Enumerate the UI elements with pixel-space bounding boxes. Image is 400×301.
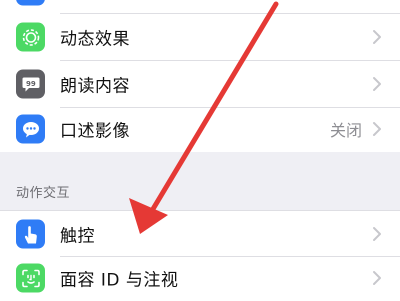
accessibility-icon bbox=[16, 0, 45, 6]
speech-icon: 99 bbox=[16, 69, 45, 99]
chevron-right-icon bbox=[373, 271, 381, 285]
settings-row-audio-descriptions[interactable]: 口述影像 关闭 bbox=[0, 106, 400, 152]
settings-row-value: 关闭 bbox=[329, 121, 362, 140]
touch-icon bbox=[16, 219, 45, 249]
settings-row-label: 朗读内容 bbox=[60, 76, 130, 97]
settings-row-touch[interactable]: 触控 bbox=[0, 211, 400, 257]
svg-text:99: 99 bbox=[26, 80, 36, 88]
settings-group-physical-motor: 触控 面容 ID 与注视 bbox=[0, 210, 400, 301]
settings-row-label: 口述影像 bbox=[60, 121, 130, 142]
section-separator-band: 动作交互 bbox=[0, 152, 400, 210]
settings-row-motion[interactable]: 动态效果 bbox=[0, 14, 400, 60]
section-header: 动作交互 bbox=[16, 186, 71, 201]
motion-icon bbox=[16, 22, 45, 52]
settings-row-label: 动态效果 bbox=[60, 29, 130, 50]
chevron-right-icon bbox=[373, 30, 381, 44]
chevron-right-icon bbox=[373, 227, 381, 241]
chevron-right-icon bbox=[373, 77, 381, 91]
settings-row-top-partial[interactable] bbox=[0, 0, 400, 14]
chevron-right-icon bbox=[373, 122, 381, 136]
settings-row-label: 面容 ID 与注视 bbox=[60, 270, 179, 291]
face-id-icon bbox=[16, 263, 45, 293]
settings-row-spoken-content[interactable]: 99 朗读内容 bbox=[0, 61, 400, 107]
settings-group-vision: 动态效果 99 朗读内容 口述影像 关闭 bbox=[0, 0, 400, 152]
settings-row-face-id-attention[interactable]: 面容 ID 与注视 bbox=[0, 255, 400, 301]
settings-row-label: 触控 bbox=[60, 226, 95, 247]
audio-description-icon bbox=[16, 114, 45, 144]
